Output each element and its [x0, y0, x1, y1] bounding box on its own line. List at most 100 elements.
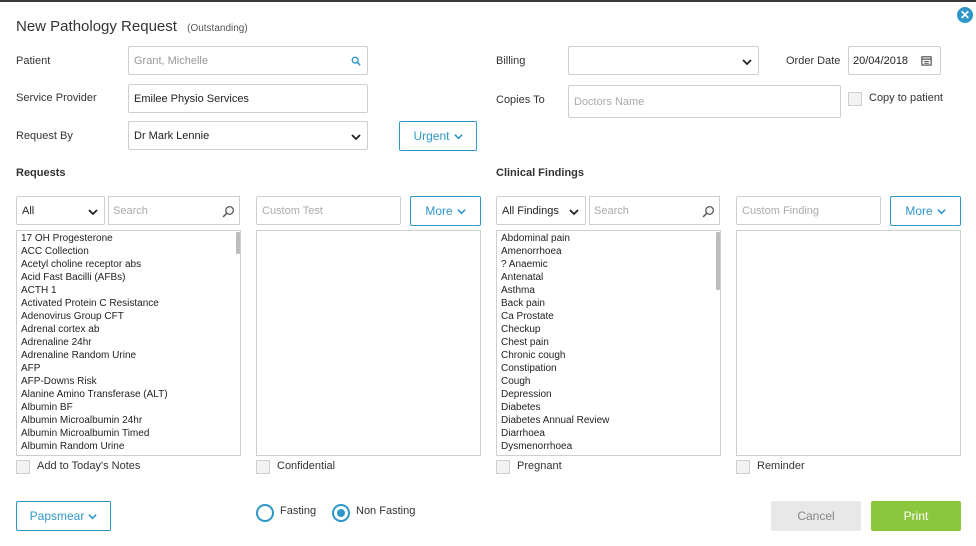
list-item[interactable]: Chest pain: [497, 336, 720, 349]
list-item[interactable]: Albumin Microalbumin Timed: [17, 427, 240, 440]
copies-to-field[interactable]: Doctors Name: [568, 85, 841, 118]
list-item[interactable]: Acid Fast Bacilli (AFBs): [17, 271, 240, 284]
non-fasting-label: Non Fasting: [356, 505, 416, 517]
print-button[interactable]: Print: [871, 501, 961, 531]
list-item[interactable]: Depression: [497, 388, 720, 401]
add-to-notes-checkbox[interactable]: [16, 460, 30, 474]
pregnant-label: Pregnant: [517, 460, 562, 472]
list-item[interactable]: Diabetes: [497, 401, 720, 414]
requests-search-placeholder: Search: [113, 204, 148, 217]
pregnant-checkbox[interactable]: [496, 460, 510, 474]
papsmear-button[interactable]: Papsmear: [16, 501, 111, 531]
selected-requests-list[interactable]: [256, 230, 481, 456]
calendar-icon[interactable]: [921, 55, 932, 66]
requests-scrollbar[interactable]: [236, 232, 240, 254]
billing-label: Billing: [496, 55, 526, 67]
list-item[interactable]: ACC Collection: [17, 245, 240, 258]
list-item[interactable]: Amenorrhoea: [497, 245, 720, 258]
list-item[interactable]: Adrenaline 24hr: [17, 336, 240, 349]
cancel-button[interactable]: Cancel: [771, 501, 861, 531]
reminder-label: Reminder: [757, 460, 805, 472]
list-item[interactable]: 17 OH Progesterone: [17, 232, 240, 245]
dialog-status: (Outstanding): [187, 23, 248, 34]
findings-search-input[interactable]: Search: [589, 196, 720, 225]
search-icon[interactable]: [351, 56, 361, 66]
list-item[interactable]: Checkup: [497, 323, 720, 336]
confidential-checkbox[interactable]: [256, 460, 270, 474]
requests-list[interactable]: 17 OH Progesterone ACC Collection Acetyl…: [16, 230, 241, 456]
findings-filter-select[interactable]: All Findings: [496, 196, 586, 225]
reminder-checkbox[interactable]: [736, 460, 750, 474]
list-item[interactable]: ? Anaemic: [497, 258, 720, 271]
list-item[interactable]: AFP-Downs Risk: [17, 375, 240, 388]
window-top-edge: [0, 0, 976, 2]
chevron-down-icon: [88, 513, 98, 519]
list-item[interactable]: Activated Protein C Resistance: [17, 297, 240, 310]
clinical-findings-heading: Clinical Findings: [496, 167, 585, 179]
list-item[interactable]: Acetyl choline receptor abs: [17, 258, 240, 271]
order-date-label: Order Date: [786, 55, 841, 67]
list-item[interactable]: Dysmenorrhoea: [497, 440, 720, 453]
list-item[interactable]: Constipation: [497, 362, 720, 375]
list-item[interactable]: ACTH 1: [17, 284, 240, 297]
cancel-label: Cancel: [797, 509, 835, 523]
fasting-radio[interactable]: [256, 504, 274, 522]
chevron-down-icon: [453, 133, 463, 139]
service-provider-field[interactable]: Emilee Physio Services: [128, 84, 368, 113]
dialog-title: New Pathology Request (Outstanding): [16, 18, 248, 35]
service-provider-value: Emilee Physio Services: [134, 92, 249, 105]
list-item[interactable]: Ca Prostate: [497, 310, 720, 323]
list-item[interactable]: Back pain: [497, 297, 720, 310]
list-item[interactable]: Adrenaline Random Urine: [17, 349, 240, 362]
confidential-label: Confidential: [277, 460, 336, 472]
selected-findings-list[interactable]: [736, 230, 961, 456]
list-item[interactable]: Chronic cough: [497, 349, 720, 362]
list-item[interactable]: Adrenal cortex ab: [17, 323, 240, 336]
request-by-value: Dr Mark Lennie: [134, 129, 210, 142]
findings-scrollbar[interactable]: [716, 232, 720, 290]
list-item[interactable]: Albumin Microalbumin 24hr: [17, 414, 240, 427]
custom-finding-placeholder: Custom Finding: [742, 204, 820, 217]
list-item[interactable]: Asthma: [497, 284, 720, 297]
urgent-button[interactable]: Urgent: [399, 121, 477, 151]
list-item[interactable]: Albumin Random Urine: [17, 440, 240, 453]
list-item[interactable]: Diarrhoea: [497, 427, 720, 440]
urgent-label: Urgent: [413, 129, 450, 143]
list-item[interactable]: Diabetes Annual Review: [497, 414, 720, 427]
copy-to-patient-label: Copy to patient: [869, 92, 943, 104]
close-icon[interactable]: ✕: [957, 7, 973, 23]
copies-to-label: Copies To: [496, 94, 545, 106]
chevron-down-icon: [456, 208, 466, 214]
list-item[interactable]: Abdominal pain: [497, 232, 720, 245]
findings-search-placeholder: Search: [594, 204, 629, 217]
custom-finding-input[interactable]: Custom Finding: [736, 196, 881, 225]
findings-more-button[interactable]: More: [890, 196, 961, 226]
search-icon[interactable]: [222, 205, 235, 218]
requests-filter-select[interactable]: All: [16, 196, 105, 225]
custom-test-input[interactable]: Custom Test: [256, 196, 401, 225]
patient-field[interactable]: Grant, Michelle: [128, 46, 368, 75]
findings-filter-value: All Findings: [502, 204, 559, 217]
requests-heading: Requests: [16, 167, 66, 179]
request-by-select[interactable]: Dr Mark Lennie: [128, 121, 368, 150]
chevron-down-icon: [351, 134, 361, 141]
list-item[interactable]: AFP: [17, 362, 240, 375]
chevron-down-icon: [569, 209, 579, 216]
chevron-down-icon: [742, 59, 752, 66]
patient-value: Grant, Michelle: [134, 54, 208, 67]
findings-more-label: More: [905, 204, 933, 218]
copy-to-patient-checkbox[interactable]: [848, 92, 862, 106]
findings-list[interactable]: Abdominal pain Amenorrhoea ? Anaemic Ant…: [496, 230, 721, 456]
list-item[interactable]: Cough: [497, 375, 720, 388]
list-item[interactable]: Alanine Amino Transferase (ALT): [17, 388, 240, 401]
list-item[interactable]: Albumin BF: [17, 401, 240, 414]
copies-to-placeholder: Doctors Name: [574, 95, 645, 108]
requests-more-button[interactable]: More: [410, 196, 481, 226]
non-fasting-radio[interactable]: [332, 504, 350, 522]
billing-select[interactable]: [568, 46, 759, 75]
list-item[interactable]: Adenovirus Group CFT: [17, 310, 240, 323]
list-item[interactable]: Antenatal: [497, 271, 720, 284]
order-date-field[interactable]: 20/04/2018: [848, 46, 941, 75]
requests-search-input[interactable]: Search: [108, 196, 240, 225]
search-icon[interactable]: [702, 205, 715, 218]
